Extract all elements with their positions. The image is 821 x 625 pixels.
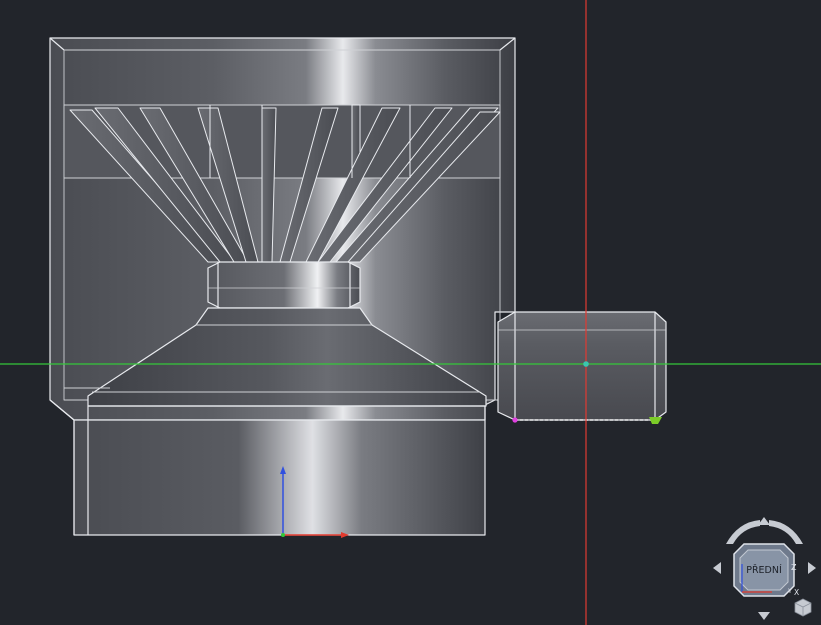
cad-model[interactable] — [49, 37, 667, 536]
viewcube-axis-x-label: X — [794, 588, 799, 597]
triangle-right-icon[interactable] — [808, 562, 816, 574]
curved-arrow-left-icon[interactable] — [726, 520, 760, 544]
viewcube-axis-y-label: Y — [787, 587, 792, 595]
triangle-left-icon[interactable] — [713, 562, 721, 574]
3d-viewport[interactable] — [0, 0, 821, 625]
viewcube-face-label: PŘEDNÍ — [746, 564, 782, 576]
viewcube-axis-z-label: Z — [791, 563, 797, 572]
endpoint-marker[interactable] — [649, 417, 662, 424]
outlet-pipe[interactable] — [497, 311, 667, 421]
triangle-down-icon[interactable] — [758, 612, 770, 620]
selected-point[interactable] — [512, 417, 518, 423]
viewcube[interactable]: PŘEDNÍ Z X Y — [708, 514, 821, 625]
viewcube-face[interactable]: PŘEDNÍ — [733, 543, 795, 597]
curved-arrow-right-icon[interactable] — [769, 520, 803, 544]
neck — [207, 261, 361, 309]
cube-home-icon[interactable] — [794, 598, 812, 617]
housing-lower[interactable] — [73, 419, 486, 536]
axis-intersection-marker — [583, 361, 589, 367]
